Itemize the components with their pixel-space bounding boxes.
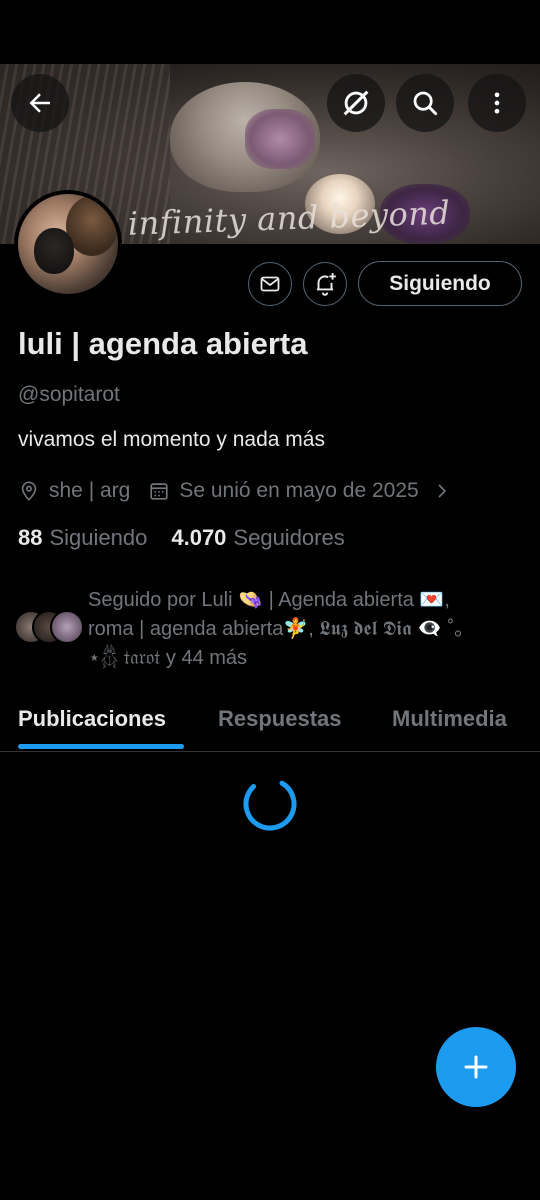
tab-publicaciones[interactable]: Publicaciones [18,706,166,732]
followed-by-line: Seguido por Luli 👒 | Agenda abierta 💌, [88,589,450,611]
profile-location: she | arg [49,479,131,502]
followed-by-avatars [14,610,84,644]
profile-meta: she | arg Se unió en mayo de 2025 [18,476,460,506]
bell-plus-icon [316,273,336,296]
more-vertical-icon [494,92,500,114]
followed-by-more: y 44 más [160,647,248,669]
followed-by-name: ⋆𓆣 𝔱𝔞𝔯𝔬𝔱 [88,647,161,669]
followed-by-line: ⋆𓆣 𝔱𝔞𝔯𝔬𝔱 y 44 más [88,644,518,673]
profile-bio: vivamos el momento y nada más [18,428,325,451]
loading-spinner-icon [243,777,297,831]
mail-icon [260,276,280,292]
followers-count-link[interactable]: 4.070 Seguidores [171,525,344,551]
profile-tabs: Publicaciones Respuestas Multimedia [0,696,540,752]
banner-crystal-image [245,109,315,169]
avatar-dog [34,228,74,274]
followed-by-line: roma | agenda abierta🧚, 𝕷𝖚𝖟 𝖉𝖊𝖑 𝕯𝖎𝖆 👁️‍🗨… [88,618,465,640]
profile-handle: @sopitarot [18,383,120,406]
active-tab-indicator [18,744,184,749]
following-count-link[interactable]: 88 Siguiendo [18,525,147,551]
profile-name: luli | agenda abierta [18,326,308,361]
location-icon [18,480,40,502]
following-button[interactable]: Siguiendo [358,261,522,306]
message-button[interactable] [248,262,292,306]
arrow-left-icon [29,93,50,113]
plus-icon [464,1055,488,1079]
tab-multimedia[interactable]: Multimedia [392,706,507,732]
search-button[interactable] [396,74,454,132]
grok-button[interactable] [327,74,385,132]
calendar-icon [148,480,170,502]
followed-by-text: Seguido por Luli 👒 | Agenda abierta 💌, r… [88,586,518,673]
profile-avatar[interactable] [14,190,122,298]
back-button[interactable] [11,74,69,132]
following-count: 88 [18,525,43,550]
grok-icon [343,90,369,116]
follow-counts: 88 Siguiendo 4.070 Seguidores [18,525,345,551]
mini-avatar [50,610,84,644]
more-button[interactable] [468,74,526,132]
profile-joined: Se unió en mayo de 2025 [179,479,419,502]
notifications-button[interactable] [303,262,347,306]
chevron-right-icon[interactable] [433,482,451,500]
compose-button[interactable] [436,1027,516,1107]
tab-respuestas[interactable]: Respuestas [218,706,342,732]
followers-label: Seguidores [233,525,345,550]
following-label: Siguiendo [49,525,148,550]
search-icon [413,91,438,116]
followers-count: 4.070 [171,525,227,550]
profile-page: To infinity and beyond Siguiendo luli | … [0,0,540,1200]
